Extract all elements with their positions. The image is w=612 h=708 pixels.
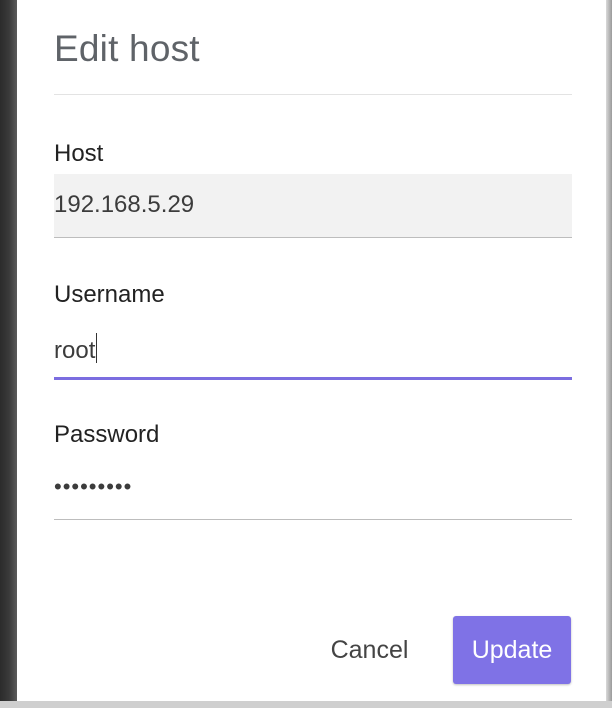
edit-host-dialog: Edit host Host 192.168.5.29 Username roo… <box>17 0 606 701</box>
background-window-edge-right <box>606 0 612 708</box>
host-value: 192.168.5.29 <box>54 191 195 218</box>
update-button[interactable]: Update <box>453 616 571 684</box>
host-underline <box>54 237 572 238</box>
username-field[interactable]: root <box>54 316 572 380</box>
password-underline <box>54 519 572 520</box>
dialog-title: Edit host <box>54 28 200 69</box>
username-label: Username <box>54 281 165 308</box>
password-field[interactable]: ••••••••• <box>54 456 572 520</box>
host-label: Host <box>54 140 104 167</box>
background-window-edge-bottom <box>0 701 612 708</box>
username-focus-underline <box>54 377 572 380</box>
username-value: root <box>54 337 96 364</box>
background-window-edge-left <box>0 0 17 708</box>
username-value-wrap: root <box>54 333 98 365</box>
password-masked-value: ••••••••• <box>54 474 133 499</box>
password-label: Password <box>54 421 160 448</box>
cancel-button[interactable]: Cancel <box>317 620 422 680</box>
host-field[interactable]: 192.168.5.29 <box>54 174 572 238</box>
title-divider <box>54 94 572 95</box>
text-caret <box>96 333 98 363</box>
